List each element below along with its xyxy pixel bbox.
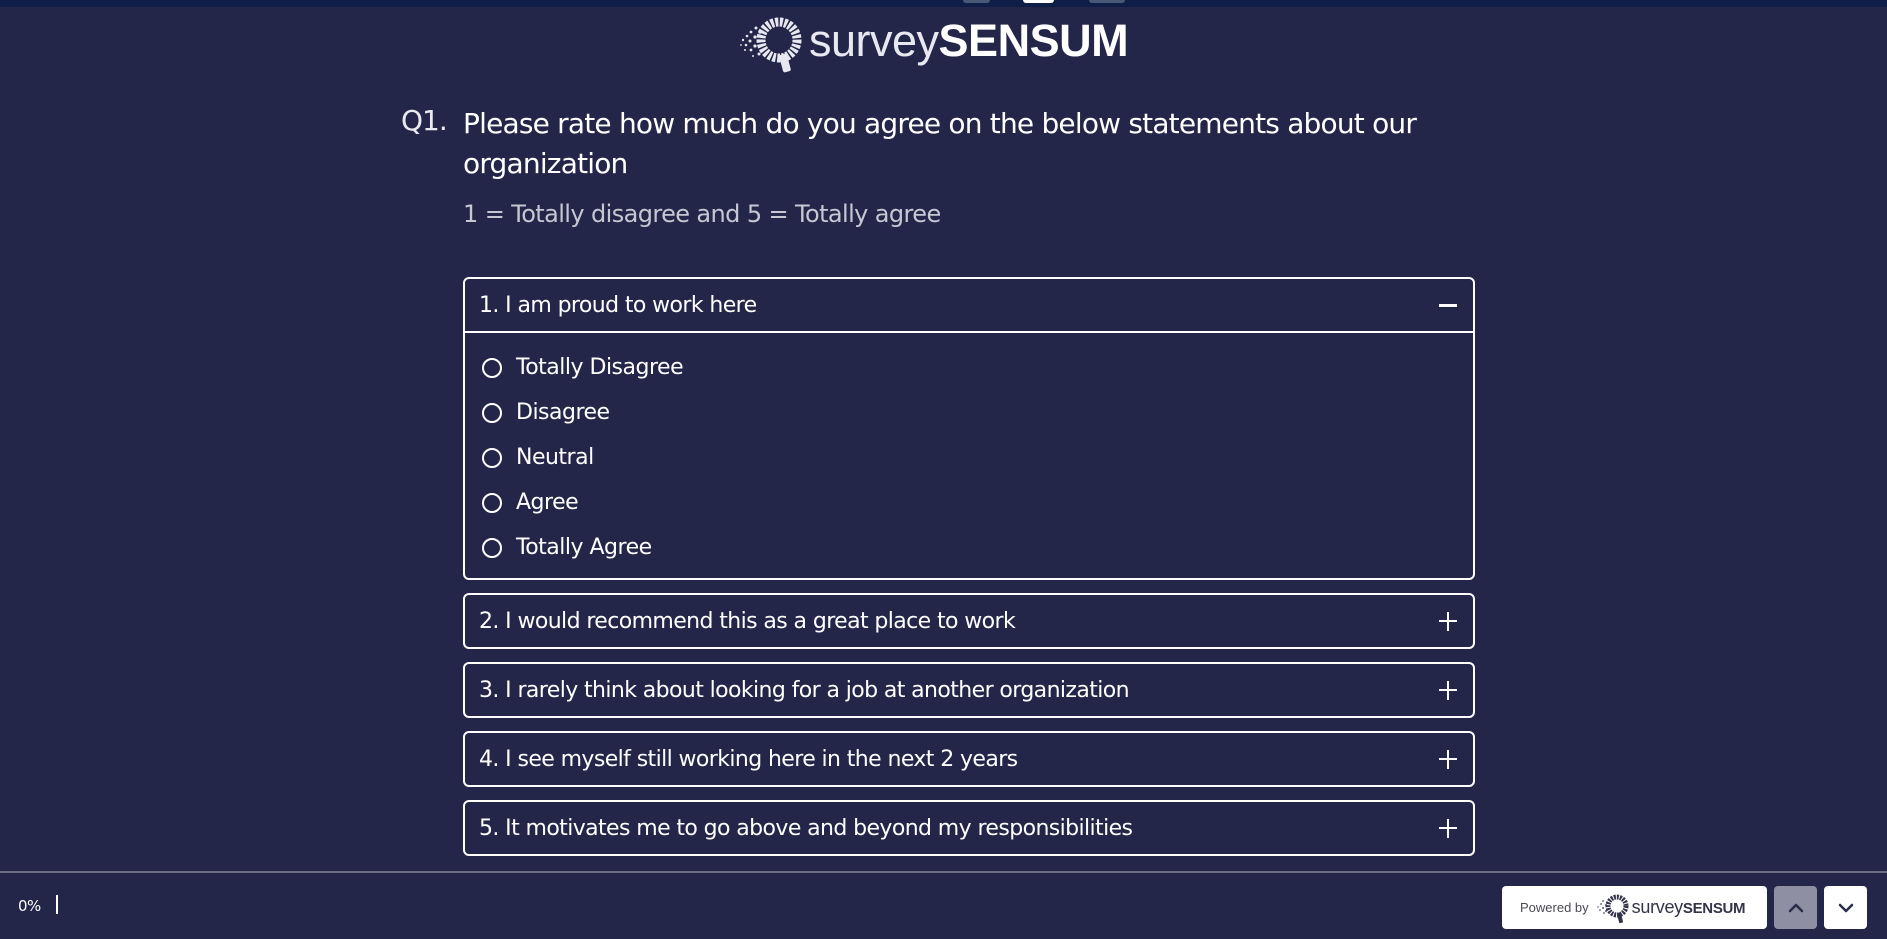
question-title: Please rate how much do you agree on the… [463,107,1417,180]
question-number: Q1. [401,104,448,137]
powered-by-wordmark: surveySENSUM [1632,897,1746,918]
plus-icon[interactable] [1437,748,1459,770]
plus-icon[interactable] [1437,610,1459,632]
statement-item: 3. I rarely think about looking for a jo… [463,662,1475,718]
logo-q-icon [740,17,802,73]
option-label: Neutral [516,445,594,470]
statement-header[interactable]: 4. I see myself still working here in th… [465,733,1473,785]
radio-button[interactable] [482,402,502,423]
plus-icon[interactable] [1437,817,1459,839]
option-totally-disagree[interactable]: Totally Disagree [479,345,1459,390]
chevron-up-icon [1788,903,1803,912]
statement-item: 1. I am proud to work here Totally Disag… [463,277,1475,580]
top-bar [0,0,1887,7]
statement-item: 5. It motivates me to go above and beyon… [463,800,1475,856]
page-indicator [1089,0,1125,3]
statement-label: 3. I rarely think about looking for a jo… [479,677,1130,703]
radio-button[interactable] [482,357,502,378]
powered-by-label: Powered by [1520,900,1589,915]
statement-label: 1. I am proud to work here [479,292,757,318]
radio-button[interactable] [482,447,502,468]
option-label: Agree [516,490,579,515]
powered-word-light: survey [1631,897,1684,917]
statement-item: 4. I see myself still working here in th… [463,731,1475,787]
statement-header[interactable]: 5. It motivates me to go above and beyon… [465,802,1473,854]
footer-bar: 0% Powered by surveySENSUM [0,871,1887,939]
progress-percent: 0% [18,897,41,915]
option-totally-agree[interactable]: Totally Agree [479,525,1459,570]
statement-header[interactable]: 2. I would recommend this as a great pla… [465,595,1473,647]
logo-word-bold: SENSUM [938,14,1129,66]
page-indicator [963,0,990,3]
previous-button[interactable] [1774,886,1817,929]
statement-header[interactable]: 3. I rarely think about looking for a jo… [465,664,1473,716]
option-neutral[interactable]: Neutral [479,435,1459,480]
page-indicator-active [1023,0,1054,3]
minus-icon[interactable] [1437,294,1459,316]
progress-bar [56,895,58,914]
option-label: Totally Disagree [516,355,684,380]
option-label: Totally Agree [516,535,652,560]
plus-icon[interactable] [1437,679,1459,701]
option-disagree[interactable]: Disagree [479,390,1459,435]
statement-header[interactable]: 1. I am proud to work here [465,279,1473,331]
brand-logo: surveySENSUM [737,10,1129,76]
logo-word-light: survey [809,14,939,66]
statement-label: 5. It motivates me to go above and beyon… [479,815,1133,841]
next-button[interactable] [1824,886,1867,929]
option-agree[interactable]: Agree [479,480,1459,525]
statement-item: 2. I would recommend this as a great pla… [463,593,1475,649]
powered-by-badge[interactable]: Powered by surveySENSUM [1502,886,1767,929]
statement-accordion: 1. I am proud to work here Totally Disag… [463,277,1475,869]
option-label: Disagree [516,400,610,425]
logo-wordmark: surveySENSUM [809,14,1129,66]
radio-button[interactable] [482,492,502,513]
logo-q-icon [1596,894,1629,923]
statement-label: 4. I see myself still working here in th… [479,746,1018,772]
chevron-down-icon [1838,903,1853,912]
statement-label: 2. I would recommend this as a great pla… [479,608,1016,634]
radio-button[interactable] [482,537,502,558]
statement-options: Totally Disagree Disagree Neutral Agree … [465,331,1473,578]
question-subtitle: 1 = Totally disagree and 5 = Totally agr… [463,200,941,228]
powered-word-bold: SENSUM [1682,900,1746,917]
